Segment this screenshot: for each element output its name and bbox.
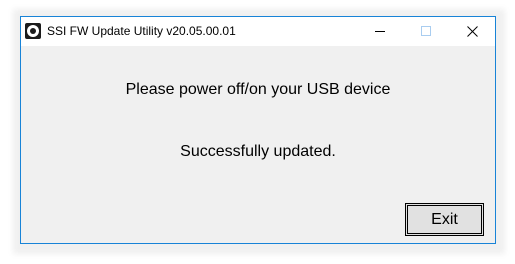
app-icon[interactable] — [25, 23, 41, 39]
close-icon — [467, 26, 478, 37]
close-button[interactable] — [449, 17, 495, 46]
maximize-button[interactable] — [403, 17, 449, 46]
exit-button[interactable]: Exit — [405, 203, 484, 236]
minimize-icon — [375, 31, 385, 32]
dialog-window: SSI FW Update Utility v20.05.00.01 Pleas… — [20, 16, 496, 244]
exit-button-label: Exit — [431, 211, 458, 228]
window-title: SSI FW Update Utility v20.05.00.01 — [47, 24, 236, 38]
maximize-icon — [421, 26, 431, 36]
title-bar[interactable]: SSI FW Update Utility v20.05.00.01 — [21, 17, 495, 46]
instruction-message: Please power off/on your USB device — [125, 81, 391, 98]
minimize-button[interactable] — [357, 17, 403, 46]
status-message: Successfully updated. — [180, 143, 336, 160]
